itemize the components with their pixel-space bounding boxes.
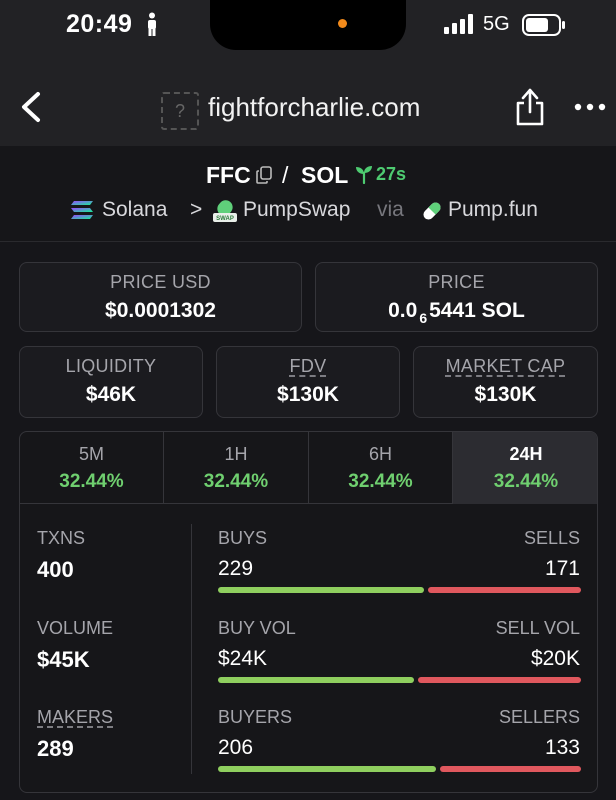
price-native-card: PRICE 0.0 65441 SOL [315,262,598,332]
fdv-card[interactable]: FDV $130K [216,346,400,418]
chevron-right-icon: > [190,198,203,221]
buys-value: 229 [218,557,254,580]
url-text[interactable]: fightforcharlie.com [208,92,420,123]
tab-label: 5M [78,444,104,464]
market-cap-label: MARKET CAP [445,356,566,376]
liquidity-card: LIQUIDITY $46K [19,346,203,418]
tab-label: 24H [509,444,543,464]
price-native-prefix: 0.0 [388,299,418,322]
sellers-label: SELLERS [498,707,580,727]
quote-token-symbol: SOL [301,162,349,188]
txns-value: 400 [37,557,74,582]
sells-value: 171 [544,557,580,580]
svg-text:SWAP: SWAP [216,216,234,222]
timeframe-tabs: 5M 32.44% 1H 32.44% 6H 32.44% 24H 32.44% [20,432,597,504]
pumpswap-icon: SWAP [213,200,237,222]
sell-bar-segment [428,587,581,593]
base-token-symbol: FFC [206,162,251,188]
buy-bar-segment [218,766,436,772]
sell-bar-segment [440,766,581,772]
sell-vol-label: SELL VOL [495,618,580,638]
liquidity-value: $46K [85,383,137,406]
dynamic-island [210,0,406,50]
stats-divider [191,524,192,774]
volume-label: VOLUME [37,618,114,638]
buy-bar-segment [218,587,424,593]
txns-label: TXNS [37,528,86,548]
buy-vol-label: BUY VOL [218,618,296,638]
sellers-value: 133 [544,736,580,759]
tab-label: 1H [224,444,248,464]
buyers-value: 206 [218,736,254,759]
buyers-label: BUYERS [218,707,293,727]
sprout-icon [356,166,372,184]
network-type: 5G [483,13,510,35]
tab-change: 32.44% [348,471,413,492]
volume-value: $45K [37,647,90,672]
price-native-value: 0.0 65441 SOL [316,299,597,326]
stats-panel: 5M 32.44% 1H 32.44% 6H 32.44% 24H 32.44%… [19,431,598,793]
buys-label: BUYS [218,528,268,548]
tab-5m[interactable]: 5M 32.44% [20,432,164,504]
tab-24h[interactable]: 24H 32.44% [453,432,597,504]
tab-label: 6H [368,444,392,464]
sell-vol-value: $20K [530,647,580,670]
makers-label[interactable]: MAKERS [37,707,113,728]
tab-change: 32.44% [59,471,124,492]
liquidity-label: LIQUIDITY [65,356,157,376]
tab-change: 32.44% [493,471,559,492]
market-cap-value: $130K [474,383,537,406]
favicon-placeholder: ? [161,92,199,130]
person-icon [148,12,156,36]
sell-bar-segment [418,677,581,683]
sells-label: SELLS [523,528,580,548]
market-cap-card[interactable]: MARKET CAP $130K [413,346,598,418]
status-bar: 20:49 5G [0,0,616,52]
buy-bar-segment [218,677,414,683]
via-label: via [377,198,404,221]
signal-icon [444,14,473,34]
pair-separator: / [282,162,289,188]
recording-indicator-dot [338,19,347,28]
buyers-sellers-bar [218,766,581,772]
pair-age: 27s [376,164,407,184]
price-native-suffix: 5441 SOL [429,299,525,322]
share-icon[interactable] [513,86,547,126]
price-native-zero-count: 6 [419,310,428,326]
price-usd-label: PRICE USD [110,272,211,292]
price-native-label: PRICE [428,272,485,292]
tab-6h[interactable]: 6H 32.44% [309,432,453,504]
tab-change: 32.44% [203,471,269,492]
launchpad-link[interactable]: Pump.fun [448,198,538,222]
more-icon[interactable] [574,102,606,112]
makers-value: 289 [37,736,74,761]
pill-icon [423,202,441,220]
price-usd-value: $0.0001302 [105,299,216,322]
volume-split-bar [218,677,581,683]
dex-link[interactable]: PumpSwap [243,198,350,222]
fdv-value: $130K [277,383,339,406]
chain-link[interactable]: Solana [102,198,167,222]
battery-icon [522,14,565,36]
fdv-label: FDV [289,356,327,376]
tab-1h[interactable]: 1H 32.44% [164,432,309,504]
price-usd-card: PRICE USD $0.0001302 [19,262,302,332]
solana-icon [71,201,93,219]
clock-time: 20:49 [66,10,133,38]
copy-icon[interactable] [256,166,272,184]
buys-sells-bar [218,587,581,593]
browser-url-bar: ? fightforcharlie.com [0,52,616,146]
buy-vol-value: $24K [218,647,268,670]
pair-header: FFC / SOL 27s Solana > SWAP PumpSwap via [0,146,616,242]
back-icon[interactable] [18,90,44,124]
